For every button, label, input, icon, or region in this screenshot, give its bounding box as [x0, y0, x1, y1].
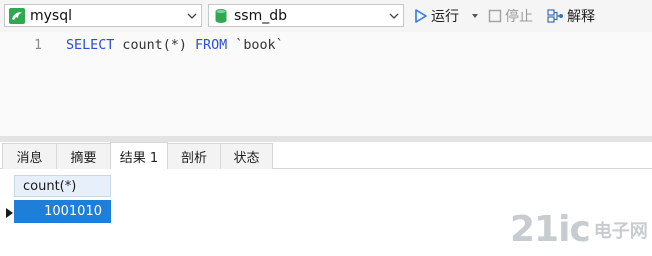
run-options-dropdown[interactable]	[471, 5, 479, 27]
sql-code-line[interactable]: SELECT count(*) FROM `book`	[66, 38, 284, 53]
tab-summary[interactable]: 摘要	[56, 143, 111, 169]
sql-expression: count(*)	[114, 38, 195, 53]
chevron-down-icon[interactable]	[183, 5, 201, 26]
result-tabs: 消息 摘要 结果 1 剖析 状态	[0, 142, 652, 170]
sql-table-name: `book`	[227, 38, 284, 53]
explain-label: 解释	[567, 9, 595, 25]
sql-editor[interactable]: 1 SELECT count(*) FROM `book`	[0, 32, 652, 136]
explain-icon	[547, 9, 563, 23]
watermark-text: 21ic	[510, 209, 591, 250]
sql-keyword-select: SELECT	[66, 38, 115, 53]
column-header-count[interactable]: count(*)	[14, 175, 111, 197]
tab-status[interactable]: 状态	[220, 143, 273, 169]
tab-profile[interactable]: 剖析	[167, 143, 221, 169]
explain-button[interactable]: 解释	[547, 5, 595, 27]
run-label: 运行	[431, 9, 459, 25]
watermark-subtext: 电子网	[593, 220, 648, 242]
tab-messages[interactable]: 消息	[2, 143, 57, 169]
toolbar: mysql ssm_db 运行 停止 解释	[0, 0, 652, 32]
stop-label: 停止	[505, 9, 533, 25]
stop-button[interactable]: 停止	[488, 5, 533, 27]
database-select[interactable]: ssm_db	[208, 4, 404, 27]
table-cell[interactable]: 1001010	[14, 200, 111, 223]
line-number-gutter: 1	[0, 32, 50, 136]
connection-value: mysql	[30, 7, 72, 24]
connection-select[interactable]: mysql	[4, 4, 202, 27]
caret-down-icon	[472, 14, 478, 18]
current-row-indicator-icon	[4, 204, 14, 221]
dolphin-icon	[9, 7, 25, 24]
database-value: ssm_db	[234, 7, 287, 24]
run-button[interactable]: 运行	[414, 5, 459, 27]
tab-result-1[interactable]: 结果 1	[110, 142, 168, 170]
stop-icon	[488, 9, 502, 23]
watermark-logo: 21ic 电子网	[510, 209, 648, 250]
database-icon	[213, 8, 229, 24]
chevron-down-icon[interactable]	[385, 5, 403, 26]
play-icon	[415, 9, 427, 23]
line-number: 1	[34, 38, 42, 53]
sql-keyword-from: FROM	[195, 38, 228, 53]
